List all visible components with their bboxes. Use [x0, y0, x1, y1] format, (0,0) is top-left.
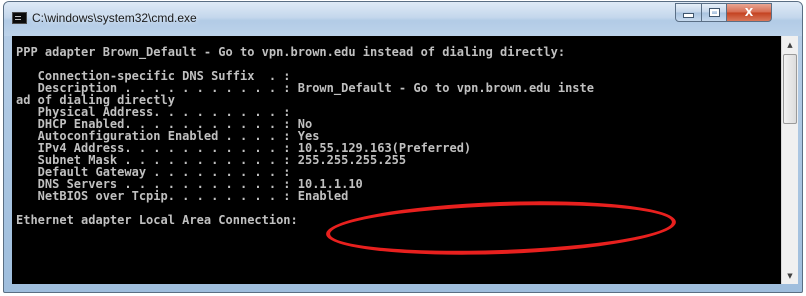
minimize-icon	[683, 13, 694, 18]
vertical-scrollbar[interactable]: ▲ ▼	[781, 36, 798, 284]
scroll-down-icon[interactable]: ▼	[782, 267, 798, 284]
scroll-up-icon[interactable]: ▲	[782, 36, 798, 53]
window-title: C:\windows\system32\cmd.exe	[32, 11, 197, 25]
console-line: PPP adapter Brown_Default - Go to vpn.br…	[16, 45, 566, 59]
close-button[interactable]: X	[726, 3, 772, 22]
maximize-icon	[708, 8, 720, 17]
close-icon: X	[744, 6, 754, 19]
console-line: NetBIOS over Tcpip. . . . . . . . : Enab…	[16, 189, 349, 203]
maximize-button[interactable]	[701, 3, 727, 22]
scrollbar-thumb[interactable]	[783, 54, 797, 124]
console-output[interactable]: PPP adapter Brown_Default - Go to vpn.br…	[12, 36, 781, 284]
cmd-window: C:\windows\system32\cmd.exe X PPP adapte…	[3, 1, 803, 293]
console-text: PPP adapter Brown_Default - Go to vpn.br…	[16, 46, 594, 226]
title-bar[interactable]: C:\windows\system32\cmd.exe X	[4, 2, 802, 36]
cmd-icon[interactable]	[12, 12, 27, 24]
minimize-button[interactable]	[675, 3, 702, 22]
